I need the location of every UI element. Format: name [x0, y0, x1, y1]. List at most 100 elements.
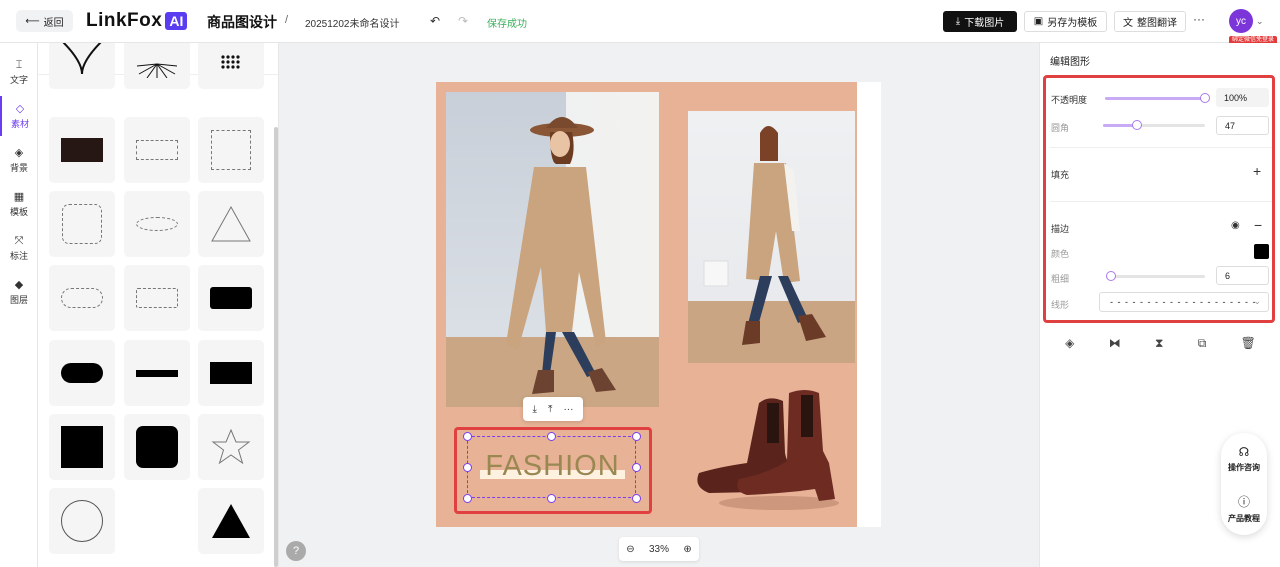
resize-handle-b[interactable]: [547, 494, 556, 503]
shape-dashed-pill[interactable]: [49, 265, 115, 331]
save-as-template-button[interactable]: ▣ 另存为模板: [1024, 11, 1107, 32]
redo-icon[interactable]: ↷: [458, 14, 468, 28]
product-photo-model-walking[interactable]: [688, 111, 855, 363]
element-toolbar: ⤓ ⤒ ···: [523, 397, 583, 421]
radius-label: 圆角: [1051, 123, 1070, 133]
layers-icon: ◆: [14, 278, 24, 291]
shape-filled-rounded-rect[interactable]: [198, 265, 264, 331]
flip-horizontal-icon[interactable]: ⧓: [1109, 336, 1121, 350]
tutorial-button[interactable]: ⓘ 产品教程: [1221, 493, 1267, 524]
shape-outline-triangle[interactable]: [198, 191, 264, 257]
annotation-icon: ⤧: [14, 234, 24, 247]
opacity-slider[interactable]: [1105, 93, 1210, 103]
line-style-select[interactable]: - - - - - - - - - - - - - - - - - - - - …: [1099, 292, 1269, 312]
breadcrumb-separator: /: [285, 14, 289, 26]
shape-filled-rect-brown[interactable]: [49, 117, 115, 183]
save-template-label: 另存为模板: [1047, 18, 1098, 29]
shape-filled-pill[interactable]: [49, 340, 115, 406]
nav-label: 背景: [9, 162, 28, 173]
chevron-down-icon[interactable]: ⌄: [1256, 16, 1264, 27]
back-button[interactable]: ⟵ 返回: [16, 10, 73, 32]
zoom-out-icon[interactable]: ⊖: [626, 544, 634, 555]
left-nav: ⌶ 文字 ◇ 素材 ◈ 背景 ▦ 模板 ⤧ 标注 ◆ 图层: [0, 43, 38, 567]
stroke-width-slider[interactable]: [1106, 271, 1205, 281]
asset-panel: ‹: [38, 43, 279, 567]
stroke-color-swatch[interactable]: [1254, 244, 1269, 259]
shape-dashed-rect-wide[interactable]: [124, 117, 190, 183]
product-photo-boots[interactable]: [689, 381, 854, 521]
line-style-value: - - - - - - - - - - - - - - - - - - - -: [1110, 297, 1257, 307]
zoom-in-icon[interactable]: ⊕: [683, 544, 691, 555]
translate-button[interactable]: 文 整图翻译: [1114, 11, 1186, 32]
more-icon[interactable]: ···: [563, 404, 573, 415]
shape-filled-triangle[interactable]: [198, 488, 264, 554]
flip-vertical-icon[interactable]: ⧗: [1155, 336, 1163, 351]
nav-item-background[interactable]: ◈ 背景: [0, 140, 38, 180]
shape-filled-rect[interactable]: [198, 340, 264, 406]
add-fill-icon[interactable]: +: [1253, 163, 1261, 179]
radius-slider-knob[interactable]: [1131, 120, 1142, 130]
shape-outline-circle[interactable]: [49, 488, 115, 554]
product-photo-model-hat[interactable]: [446, 92, 659, 407]
resize-handle-t[interactable]: [547, 432, 556, 441]
shape-dot-grid[interactable]: [198, 43, 264, 89]
shape-filled-rounded-square[interactable]: [124, 414, 190, 480]
nav-item-layers[interactable]: ◆ 图层: [0, 272, 38, 312]
radius-input[interactable]: 47: [1216, 116, 1269, 135]
width-label: 粗细: [1051, 274, 1070, 284]
shape-dashed-square[interactable]: [198, 117, 264, 183]
help-button[interactable]: ?: [286, 541, 306, 561]
layer-order-icon[interactable]: ◈: [1065, 336, 1074, 350]
delete-icon[interactable]: 🗑: [1241, 336, 1256, 350]
avatar[interactable]: yc: [1229, 9, 1253, 33]
duplicate-icon[interactable]: ⧉: [1198, 336, 1207, 351]
upload-icon[interactable]: ⤒: [548, 404, 552, 415]
consult-button[interactable]: ☊ 操作咨询: [1221, 445, 1267, 473]
resize-handle-br[interactable]: [632, 494, 641, 503]
nav-item-assets[interactable]: ◇ 素材: [0, 96, 38, 136]
logo-text: LinkFox: [86, 10, 163, 31]
save-status: 保存成功: [487, 19, 527, 30]
resize-handle-r[interactable]: [632, 463, 641, 472]
download-label: 下载图片: [964, 18, 1005, 29]
logo-badge: AI: [165, 12, 188, 30]
download-icon[interactable]: ⤓: [533, 404, 537, 415]
stroke-width-input[interactable]: 6: [1216, 266, 1269, 285]
nav-item-template[interactable]: ▦ 模板: [0, 184, 38, 224]
shape-actions: ◈ ⧓ ⧗ ⧉ 🗑: [1040, 331, 1280, 355]
download-button[interactable]: ⤓ 下载图片: [943, 11, 1017, 32]
resize-handle-tl[interactable]: [463, 432, 472, 441]
asset-panel-scrollbar[interactable]: [274, 127, 278, 567]
undo-icon[interactable]: ↶: [430, 14, 440, 28]
canvas-area: ⤓ ⤒ ··· FASHION ⊖ 33% ⊕ ?: [279, 43, 1039, 567]
shape-curved-lines[interactable]: [49, 43, 115, 89]
line-style-label: 线形: [1051, 300, 1070, 310]
remove-stroke-icon[interactable]: −: [1254, 217, 1262, 233]
shape-filled-bar[interactable]: [124, 340, 190, 406]
more-menu-button[interactable]: ···: [1193, 12, 1205, 26]
opacity-input[interactable]: 100%: [1216, 88, 1269, 107]
selection-box[interactable]: [467, 436, 636, 498]
headset-icon: ☊: [1238, 445, 1250, 459]
opacity-slider-knob[interactable]: [1200, 93, 1210, 103]
resize-handle-bl[interactable]: [463, 494, 472, 503]
nav-label: 标注: [9, 250, 28, 261]
shape-sunburst[interactable]: [124, 43, 190, 89]
shape-dashed-ellipse[interactable]: [124, 191, 190, 257]
document-name[interactable]: 20251202未命名设计: [305, 15, 400, 30]
shape-filled-square[interactable]: [49, 414, 115, 480]
eye-icon[interactable]: ◉: [1231, 220, 1240, 231]
nav-item-text[interactable]: ⌶ 文字: [0, 52, 38, 92]
nav-label: 图层: [9, 294, 28, 305]
stroke-width-slider-knob[interactable]: [1106, 271, 1116, 281]
resize-handle-l[interactable]: [463, 463, 472, 472]
shape-dashed-rect-small[interactable]: [124, 265, 190, 331]
shape-dashed-rounded-square[interactable]: [49, 191, 115, 257]
shape-outline-star[interactable]: [198, 414, 264, 480]
template-icon: ▦: [13, 190, 25, 203]
resize-handle-tr[interactable]: [632, 432, 641, 441]
nav-item-annotation[interactable]: ⤧ 标注: [0, 228, 38, 268]
radius-slider[interactable]: [1103, 120, 1205, 130]
download-icon: ⤓: [955, 16, 961, 27]
panel-title: 编辑图形: [1050, 57, 1090, 68]
